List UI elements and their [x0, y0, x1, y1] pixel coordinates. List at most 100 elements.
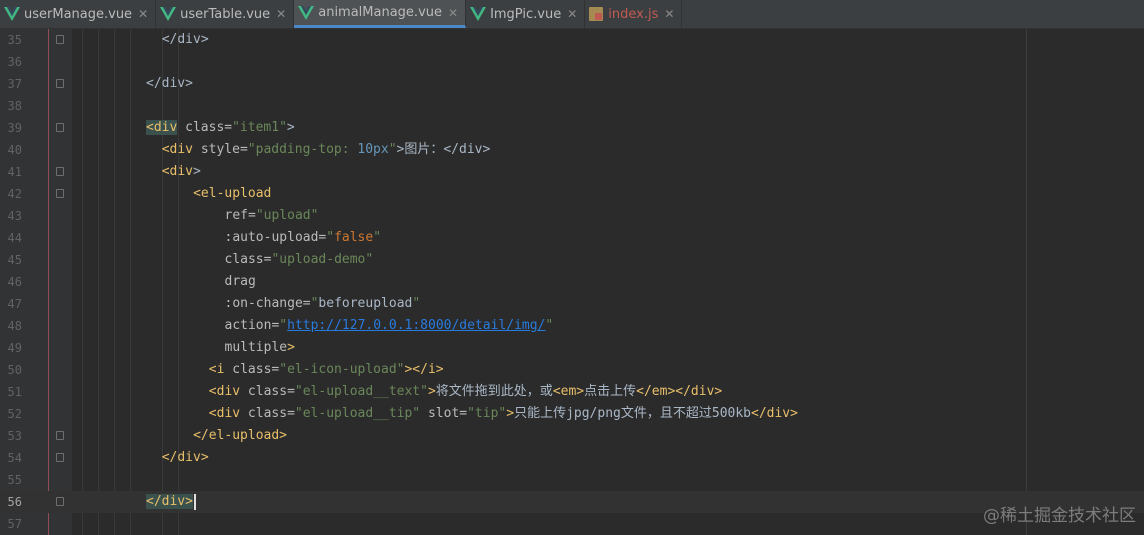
code-line[interactable]: 48 action="http://127.0.0.1:8000/detail/i…: [0, 315, 1144, 337]
close-icon[interactable]: ✕: [138, 7, 148, 21]
code-text: <el-upload: [193, 183, 271, 205]
line-number: 39: [7, 121, 22, 135]
fold-marker-icon[interactable]: [56, 431, 64, 440]
tab-label: index.js: [608, 6, 659, 22]
line-number: 47: [7, 297, 22, 311]
code-text: :auto-upload="false": [225, 227, 382, 249]
tab-indexjs[interactable]: index.js ✕: [585, 0, 683, 28]
code-token: action=: [224, 318, 280, 333]
close-icon[interactable]: ✕: [276, 7, 286, 21]
fold-marker-icon[interactable]: [56, 189, 64, 198]
code-text: <i class="el-icon-upload"></i>: [209, 359, 444, 381]
code-line[interactable]: 53 </el-upload>: [0, 425, 1144, 447]
code-token: class=: [177, 120, 233, 135]
fold-marker-icon[interactable]: [56, 35, 64, 44]
code-token: class=: [240, 406, 295, 421]
line-number: 55: [7, 473, 22, 487]
code-token: "el-upload__tip": [294, 406, 421, 421]
code-token: ": [279, 318, 288, 333]
fold-marker-icon[interactable]: [56, 497, 64, 506]
fold-marker-icon[interactable]: [56, 79, 64, 88]
code-token: ": [326, 230, 335, 245]
code-token: 10px: [357, 142, 389, 157]
code-line[interactable]: 56 </div>: [0, 491, 1144, 513]
code-token: ></i>: [404, 362, 444, 377]
code-token: 只能上传jpg/png文件，且不超过500kb: [514, 406, 751, 421]
tab-label: ImgPic.vue: [490, 6, 562, 22]
code-text: <div class="el-upload__tip" slot="tip">只…: [209, 403, 798, 425]
code-token: <div: [208, 384, 241, 399]
line-number: 36: [7, 55, 22, 69]
code-text: </div>: [162, 29, 209, 51]
close-icon[interactable]: ✕: [448, 6, 458, 20]
code-token: </em></div>: [636, 384, 723, 399]
code-token: </div>: [161, 32, 209, 47]
close-icon[interactable]: ✕: [664, 7, 674, 21]
code-token: ": [373, 230, 382, 245]
line-number: 38: [7, 99, 22, 113]
code-line[interactable]: 35 </div>: [0, 29, 1144, 51]
code-line[interactable]: 40 <div style="padding-top: 10px">图片：</di…: [0, 139, 1144, 161]
tab-imgpic[interactable]: ImgPic.vue ✕: [466, 0, 586, 28]
code-text: multiple>: [225, 337, 295, 359]
code-token: </div>: [146, 76, 193, 91]
text-caret: [193, 493, 196, 510]
code-line[interactable]: 49 multiple>: [0, 337, 1144, 359]
fold-marker-icon[interactable]: [56, 453, 64, 462]
code-line[interactable]: 51 <div class="el-upload__text">将文件拖到此处，或…: [0, 381, 1144, 403]
code-text: ref="upload": [225, 205, 319, 227]
code-token: >: [506, 406, 515, 421]
code-line[interactable]: 41 <div>: [0, 161, 1144, 183]
code-token: 将文件拖到此处，或: [435, 384, 553, 399]
vue-file-icon: [298, 5, 315, 20]
code-token: slot=: [420, 406, 468, 421]
code-token: :auto-upload=: [224, 230, 327, 245]
tab-label: userManage.vue: [24, 6, 133, 22]
code-token: <i: [208, 362, 225, 377]
code-line[interactable]: 43 ref="upload": [0, 205, 1144, 227]
tab-animalmanage[interactable]: animalManage.vue ✕: [294, 0, 467, 28]
code-token: <div: [208, 406, 241, 421]
code-line[interactable]: 52 <div class="el-upload__tip" slot="tip"…: [0, 403, 1144, 425]
code-token: <div: [161, 164, 193, 179]
line-number: 48: [7, 319, 22, 333]
code-line[interactable]: 36: [0, 51, 1144, 73]
code-text: action="http://127.0.0.1:8000/detail/img…: [225, 315, 554, 337]
code-line[interactable]: 55: [0, 469, 1144, 491]
code-line[interactable]: 42 <el-upload: [0, 183, 1144, 205]
code-text: </div>: [146, 491, 196, 513]
code-token: <el-upload: [193, 186, 272, 201]
code-token: false: [334, 230, 374, 245]
code-token: >: [193, 164, 201, 179]
code-line[interactable]: 46 drag: [0, 271, 1144, 293]
code-text: drag: [225, 271, 256, 293]
code-token: drag: [224, 274, 256, 289]
line-number: 35: [7, 33, 22, 47]
code-line[interactable]: 44:auto-upload="false": [0, 227, 1144, 249]
code-line[interactable]: 54 </div>: [0, 447, 1144, 469]
code-token: >图片：</div>: [396, 142, 491, 157]
line-number: 42: [7, 187, 22, 201]
code-token: "upload": [255, 208, 319, 223]
code-text: </el-upload>: [193, 425, 287, 447]
code-token: >: [287, 340, 295, 355]
code-line[interactable]: 37 </div>: [0, 73, 1144, 95]
fold-marker-icon[interactable]: [56, 167, 64, 176]
code-line[interactable]: 38: [0, 95, 1144, 117]
line-number: 49: [7, 341, 22, 355]
code-line[interactable]: 39 <div class="item1">: [0, 117, 1144, 139]
tab-usermanage[interactable]: userManage.vue ✕: [0, 0, 157, 28]
line-number: 54: [7, 451, 22, 465]
tab-label: userTable.vue: [180, 6, 271, 22]
line-number: 53: [7, 429, 22, 443]
tab-usertable[interactable]: userTable.vue ✕: [156, 0, 295, 28]
code-line[interactable]: 57: [0, 513, 1144, 535]
code-editor[interactable]: 35 </div> 36 37 </div> 38 39 <div class="item1"…: [0, 29, 1144, 535]
code-line[interactable]: 50 <i class="el-icon-upload"></i>: [0, 359, 1144, 381]
close-icon[interactable]: ✕: [567, 7, 577, 21]
code-line[interactable]: 45 class="upload-demo": [0, 249, 1144, 271]
code-token: ": [388, 142, 397, 157]
code-line[interactable]: 47:on-change="beforeupload": [0, 293, 1144, 315]
fold-marker-icon[interactable]: [56, 123, 64, 132]
line-number: 40: [7, 143, 22, 157]
